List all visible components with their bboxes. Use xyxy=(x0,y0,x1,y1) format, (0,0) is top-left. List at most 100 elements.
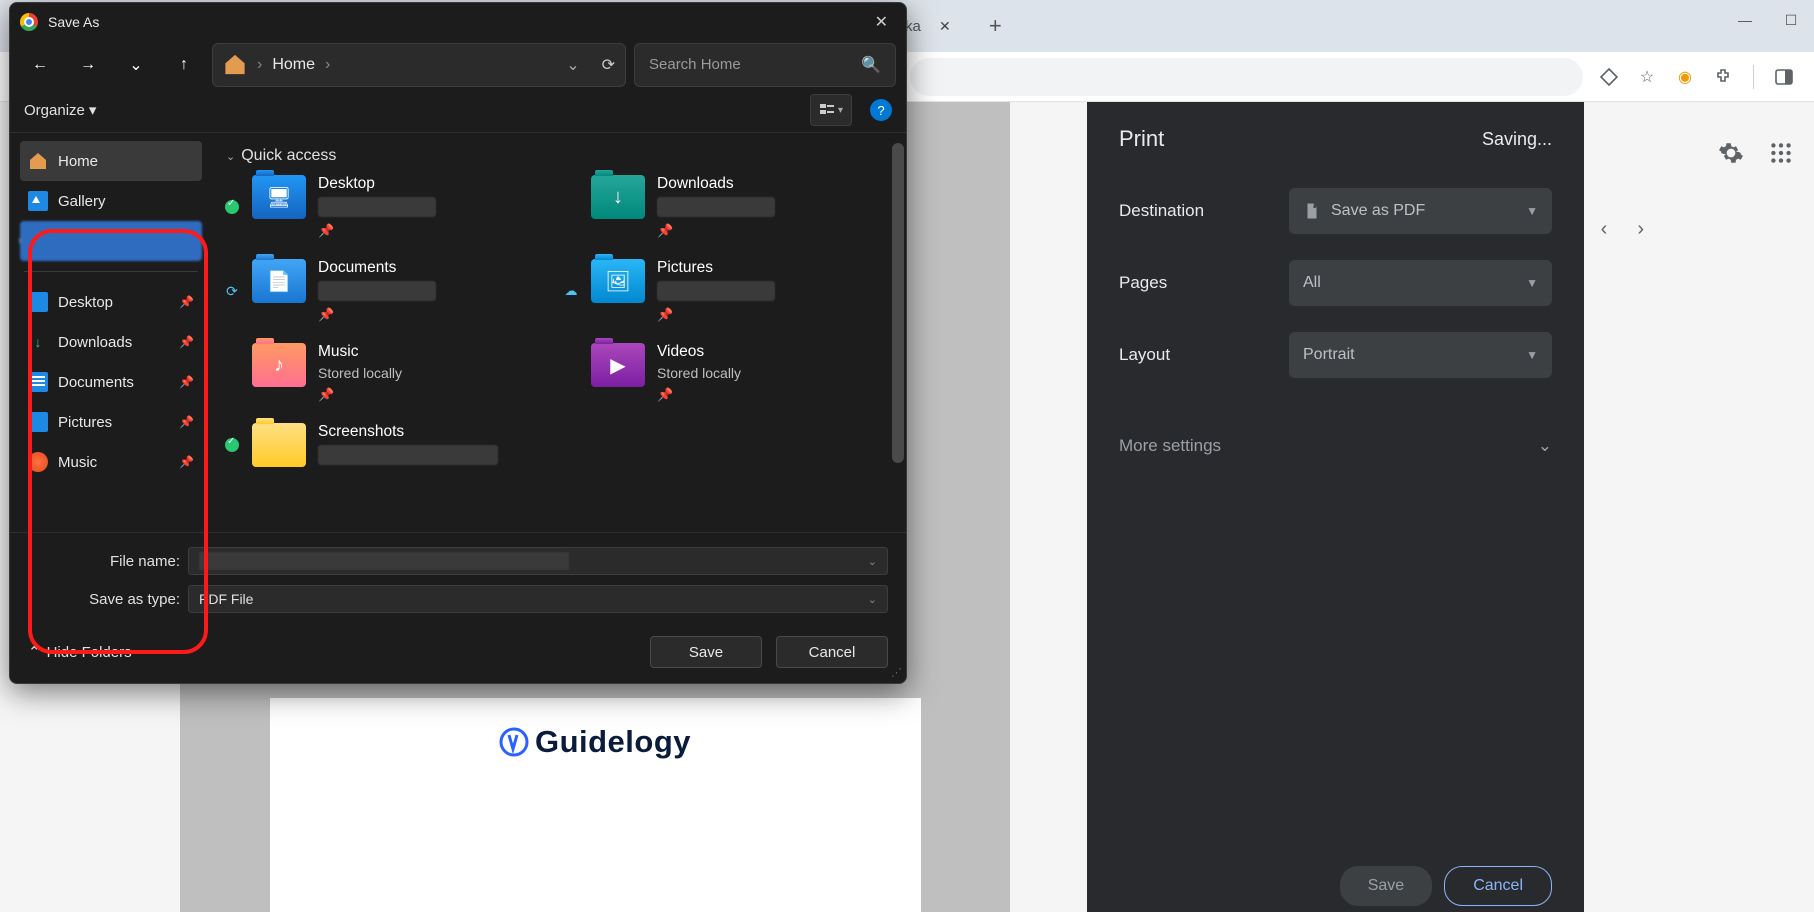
folder-desktop[interactable]: 🖥 Desktop📌 xyxy=(224,175,553,239)
folder-videos[interactable]: ▶ VideosStored locally📌 xyxy=(563,343,892,403)
chevron-down-icon: ⌄ xyxy=(1538,436,1552,456)
dialog-footer: ⌃Hide Folders Save Cancel xyxy=(10,621,906,683)
gear-icon[interactable] xyxy=(1718,140,1744,166)
sidebar-item-music[interactable]: Music📌 xyxy=(20,442,202,482)
folder-documents[interactable]: ⟳ 📄 Documents📌 xyxy=(224,259,553,323)
power-icon[interactable]: ◉ xyxy=(1673,65,1697,89)
dialog-toolbar: Organize▾ ▾ ? xyxy=(10,88,906,132)
sidebar-item-downloads[interactable]: ↓Downloads📌 xyxy=(20,322,202,362)
breadcrumb-home[interactable]: Home xyxy=(272,56,315,74)
print-title: Print xyxy=(1119,126,1164,152)
folder-downloads[interactable]: ↓ Downloads📌 xyxy=(563,175,892,239)
scrollbar-thumb[interactable] xyxy=(892,143,904,463)
folder-icon: 🖼 xyxy=(591,259,645,303)
dialog-fields: File name: ⌄ Save as type: PDF File⌄ xyxy=(10,532,906,621)
print-save-button[interactable]: Save xyxy=(1340,866,1432,906)
sidebar-item-gallery[interactable]: Gallery xyxy=(20,181,202,221)
next-page-icon[interactable]: › xyxy=(1637,218,1644,241)
refresh-icon[interactable]: ⟳ xyxy=(602,55,615,75)
chevron-down-icon: ▾ xyxy=(89,101,97,119)
sidebar-item-documents[interactable]: Documents 📌 xyxy=(20,362,202,402)
destination-select[interactable]: Save as PDF ▼ xyxy=(1289,188,1552,234)
sidebar-item-pictures[interactable]: Pictures📌 xyxy=(20,402,202,442)
close-tab-icon[interactable]: ✕ xyxy=(927,8,963,44)
quick-access-header[interactable]: ⌄Quick access xyxy=(226,147,892,165)
chevron-down-icon: ⌄ xyxy=(226,150,235,163)
search-placeholder: Search Home xyxy=(649,56,861,73)
brand-text: Guidelogy xyxy=(535,724,691,759)
toolbar-separator xyxy=(1753,65,1754,89)
folder-icon: 📄 xyxy=(252,259,306,303)
pin-icon: 📌 xyxy=(318,223,436,239)
folder-pictures[interactable]: ☁ 🖼 Pictures📌 xyxy=(563,259,892,323)
print-cancel-button[interactable]: Cancel xyxy=(1444,866,1552,906)
save-type-label: Save as type: xyxy=(28,591,180,608)
sync-ok-icon xyxy=(225,438,239,452)
folder-label: Pictures xyxy=(657,259,775,277)
folder-icon xyxy=(252,423,306,467)
home-icon xyxy=(223,53,247,77)
folder-label: Videos xyxy=(657,343,741,361)
diamond-icon[interactable] xyxy=(1597,65,1621,89)
resize-grip-icon[interactable]: ⋰ xyxy=(891,666,902,679)
back-icon[interactable]: ← xyxy=(20,45,60,85)
address-bar[interactable] xyxy=(910,58,1583,96)
up-icon[interactable]: ↑ xyxy=(164,45,204,85)
sidebar-label: Documents xyxy=(58,374,134,391)
save-type-value: PDF File xyxy=(199,591,253,607)
chevron-down-icon: ▼ xyxy=(1526,276,1538,290)
sidebar-item-home[interactable]: Home xyxy=(20,141,202,181)
more-settings-toggle[interactable]: More settings ⌄ xyxy=(1119,436,1552,456)
pages-value: All xyxy=(1303,274,1321,292)
new-tab-button[interactable]: + xyxy=(989,13,1002,39)
folder-screenshots[interactable]: Screenshots xyxy=(224,423,553,467)
hide-folders-toggle[interactable]: ⌃Hide Folders xyxy=(28,643,132,661)
document-icon xyxy=(28,372,48,392)
layout-label: Layout xyxy=(1119,345,1289,365)
chevron-down-icon[interactable]: ⌄ xyxy=(566,55,579,75)
file-name-input[interactable]: ⌄ xyxy=(188,547,888,575)
destination-label: Destination xyxy=(1119,201,1289,221)
cancel-button[interactable]: Cancel xyxy=(776,636,888,668)
apps-grid-icon[interactable] xyxy=(1768,140,1794,166)
print-panel: Print Saving... Destination Save as PDF … xyxy=(1087,102,1584,912)
minimize-icon[interactable]: — xyxy=(1722,0,1768,40)
sidebar-label: Desktop xyxy=(58,294,113,311)
star-icon[interactable]: ☆ xyxy=(1635,65,1659,89)
pages-label: Pages xyxy=(1119,273,1289,293)
close-icon[interactable]: ✕ xyxy=(867,8,896,36)
forward-icon[interactable]: → xyxy=(68,45,108,85)
chevron-down-icon: ▼ xyxy=(1526,204,1538,218)
view-options-button[interactable]: ▾ xyxy=(810,94,852,126)
help-icon[interactable]: ? xyxy=(870,99,892,121)
chevron-up-icon: ⌃ xyxy=(28,643,41,661)
folder-subtitle: Stored locally xyxy=(318,365,402,381)
sidepanel-icon[interactable] xyxy=(1772,65,1796,89)
search-icon: 🔍 xyxy=(861,55,881,75)
chevron-right-icon: › xyxy=(18,235,22,247)
download-icon: ↓ xyxy=(28,332,48,352)
folder-music[interactable]: ♪ MusicStored locally📌 xyxy=(224,343,553,403)
recent-dropdown-icon[interactable]: ⌄ xyxy=(116,45,156,85)
pin-icon: 📌 xyxy=(179,295,194,309)
layout-value: Portrait xyxy=(1303,346,1355,364)
search-input[interactable]: Search Home 🔍 xyxy=(634,43,896,87)
extension-icon[interactable] xyxy=(1711,65,1735,89)
pages-select[interactable]: All ▼ xyxy=(1289,260,1552,306)
folder-icon: ♪ xyxy=(252,343,306,387)
breadcrumb-bar[interactable]: › Home › ⌄ ⟳ xyxy=(212,43,626,87)
folder-icon: ↓ xyxy=(591,175,645,219)
pin-icon: 📌 xyxy=(179,375,194,389)
save-type-select[interactable]: PDF File⌄ xyxy=(188,585,888,613)
pin-icon: 📌 xyxy=(657,387,741,403)
pin-icon: 📌 xyxy=(657,307,775,323)
layout-select[interactable]: Portrait ▼ xyxy=(1289,332,1552,378)
save-button[interactable]: Save xyxy=(650,636,762,668)
maximize-icon[interactable]: ☐ xyxy=(1768,0,1814,40)
prev-page-icon[interactable]: ‹ xyxy=(1601,218,1608,241)
sidebar-item-redacted[interactable]: › xyxy=(20,221,202,261)
print-status: Saving... xyxy=(1482,129,1552,150)
sidebar-item-desktop[interactable]: Desktop 📌 xyxy=(20,282,202,322)
organize-menu[interactable]: Organize▾ xyxy=(24,101,96,119)
chevron-down-icon: ▾ xyxy=(838,105,843,116)
